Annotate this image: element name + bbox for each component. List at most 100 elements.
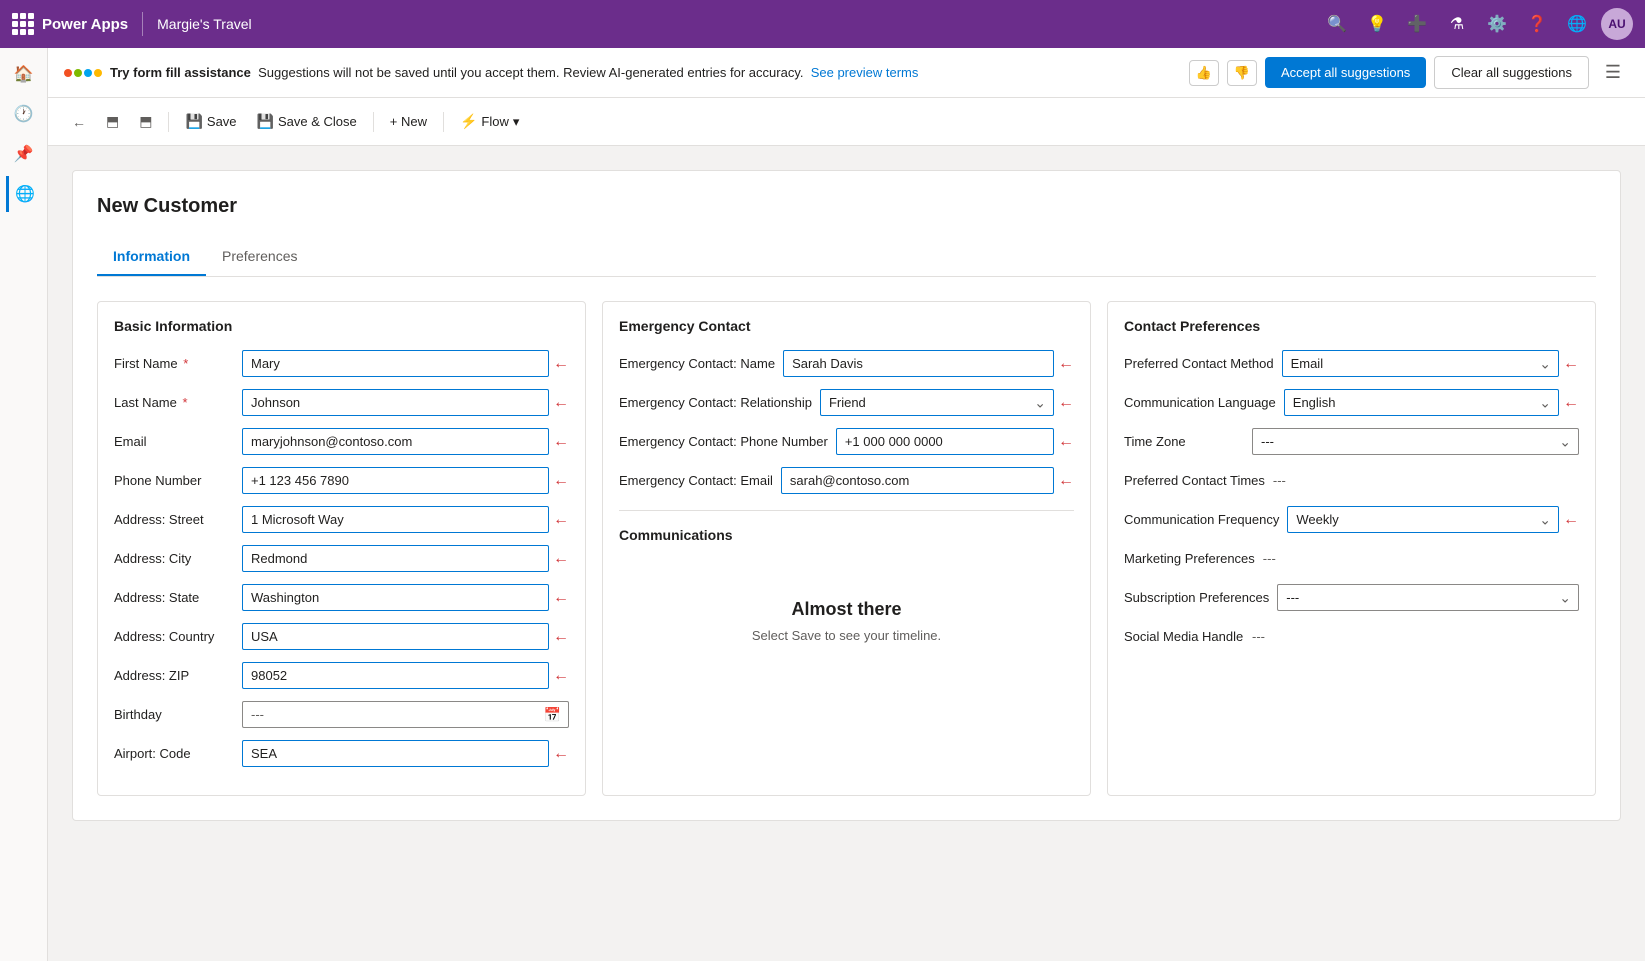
email-arrow: ←	[553, 433, 569, 451]
almost-there-title: Almost there	[639, 599, 1054, 620]
last-name-input[interactable]	[242, 389, 549, 416]
save-close-icon: ⬒	[139, 113, 152, 130]
preview-terms-link[interactable]: See preview terms	[811, 65, 919, 80]
sidebar-home-icon[interactable]: 🏠	[6, 56, 42, 92]
network-icon[interactable]: 🌐	[1561, 8, 1593, 40]
timezone-select[interactable]: ---	[1252, 428, 1579, 455]
add-icon[interactable]: ➕	[1401, 8, 1433, 40]
save-icon: 💾	[185, 113, 202, 130]
country-input[interactable]	[242, 623, 549, 650]
toolbar: ← ⬒ ⬒ 💾 Save 💾 Save & Close + New	[48, 98, 1645, 146]
birthday-input[interactable]	[242, 701, 569, 728]
emergency-phone-input[interactable]	[836, 428, 1054, 455]
back-button[interactable]: ←	[64, 108, 94, 136]
subscription-select[interactable]: ---	[1277, 584, 1579, 611]
basic-info-section: Basic Information First Name * ←	[97, 301, 586, 796]
birthday-label: Birthday	[114, 701, 234, 722]
social-media-wrapper: ---	[1252, 623, 1579, 650]
first-name-input[interactable]	[242, 350, 549, 377]
timezone-row: Time Zone ---	[1124, 428, 1579, 455]
zip-arrow: ←	[553, 667, 569, 685]
topbar: Power Apps Margie's Travel 🔍 💡 ➕ ⚗ ⚙️ ❓ …	[0, 0, 1645, 48]
tab-information[interactable]: Information	[97, 238, 206, 276]
save-button[interactable]: 💾 Save	[177, 107, 244, 136]
emergency-title: Emergency Contact	[619, 318, 1074, 334]
last-name-arrow: ←	[553, 394, 569, 412]
email-input[interactable]	[242, 428, 549, 455]
email-label: Email	[114, 428, 234, 449]
birthday-field-wrapper: 📅	[242, 701, 569, 728]
thumbs-up-button[interactable]: 👍	[1189, 60, 1219, 86]
save-close-icon-button[interactable]: ⬒	[131, 107, 160, 136]
country-row: Address: Country ←	[114, 623, 569, 650]
sidebar-pin-icon[interactable]: 📌	[6, 136, 42, 172]
contact-times-wrapper: ---	[1273, 467, 1579, 494]
tab-preferences[interactable]: Preferences	[206, 238, 313, 276]
panel-toggle-icon[interactable]: ☰	[1597, 57, 1629, 89]
last-name-label: Last Name *	[114, 389, 234, 410]
almost-there-text: Select Save to see your timeline.	[639, 628, 1054, 643]
app-grid-icon[interactable]	[12, 13, 34, 35]
zip-row: Address: ZIP ←	[114, 662, 569, 689]
clear-all-button[interactable]: Clear all suggestions	[1434, 56, 1589, 89]
calendar-icon[interactable]: 📅	[544, 706, 561, 723]
street-arrow: ←	[553, 511, 569, 529]
city-row: Address: City ←	[114, 545, 569, 572]
settings-icon[interactable]: ⚙️	[1481, 8, 1513, 40]
state-field-wrapper: ←	[242, 584, 569, 611]
street-field-wrapper: ←	[242, 506, 569, 533]
comm-freq-arrow: ←	[1563, 511, 1579, 529]
restore-icon: ⬒	[106, 113, 119, 130]
suggestions-bar: Try form fill assistance Suggestions wil…	[48, 48, 1645, 98]
new-button[interactable]: + New	[382, 108, 435, 135]
phone-input[interactable]	[242, 467, 549, 494]
accept-all-button[interactable]: Accept all suggestions	[1265, 57, 1426, 88]
save-close-button[interactable]: 💾 Save & Close	[249, 107, 365, 136]
emergency-email-arrow: ←	[1058, 472, 1074, 490]
contact-method-select[interactable]: Email Phone Mail	[1282, 350, 1559, 377]
flow-button[interactable]: ⚡ Flow ▾	[452, 107, 527, 136]
emergency-name-arrow: ←	[1058, 355, 1074, 373]
page-title: New Customer	[97, 195, 1596, 218]
emergency-relationship-select[interactable]: Friend Family Colleague	[820, 389, 1054, 416]
thumbs-down-button[interactable]: 👎	[1227, 60, 1257, 86]
help-icon[interactable]: ❓	[1521, 8, 1553, 40]
comm-freq-select-wrapper: Weekly Daily Monthly	[1287, 506, 1559, 533]
city-label: Address: City	[114, 545, 234, 566]
airport-input[interactable]	[242, 740, 549, 767]
zip-input[interactable]	[242, 662, 549, 689]
timezone-label: Time Zone	[1124, 428, 1244, 449]
filter-icon[interactable]: ⚗	[1441, 8, 1473, 40]
emergency-email-wrapper: ←	[781, 467, 1074, 494]
lightbulb-icon[interactable]: 💡	[1361, 8, 1393, 40]
app-title: Power Apps	[42, 16, 128, 33]
subscription-select-wrapper: ---	[1277, 584, 1579, 611]
timezone-select-wrapper: ---	[1252, 428, 1579, 455]
emergency-email-input[interactable]	[781, 467, 1054, 494]
emergency-email-label: Emergency Contact: Email	[619, 467, 773, 488]
emergency-name-input[interactable]	[783, 350, 1054, 377]
toolbar-separator-3	[443, 112, 444, 132]
avatar[interactable]: AU	[1601, 8, 1633, 40]
country-arrow: ←	[553, 628, 569, 646]
comm-lang-row: Communication Language English Spanish F…	[1124, 389, 1579, 416]
form-tabs: Information Preferences	[97, 238, 1596, 277]
country-label: Address: Country	[114, 623, 234, 644]
airport-arrow: ←	[553, 745, 569, 763]
restore-button[interactable]: ⬒	[98, 107, 127, 136]
city-input[interactable]	[242, 545, 549, 572]
emergency-section: Emergency Contact Emergency Contact: Nam…	[602, 301, 1091, 796]
search-icon[interactable]: 🔍	[1321, 8, 1353, 40]
emergency-email-row: Emergency Contact: Email ←	[619, 467, 1074, 494]
back-arrow-icon: ←	[72, 114, 86, 130]
sidebar-globe-icon[interactable]: 🌐	[6, 176, 42, 212]
almost-there-section: Almost there Select Save to see your tim…	[619, 559, 1074, 683]
comm-lang-select[interactable]: English Spanish French	[1284, 389, 1559, 416]
comm-freq-select[interactable]: Weekly Daily Monthly	[1287, 506, 1559, 533]
state-input[interactable]	[242, 584, 549, 611]
first-name-arrow: ←	[553, 355, 569, 373]
contact-prefs-title: Contact Preferences	[1124, 318, 1579, 334]
street-input[interactable]	[242, 506, 549, 533]
form-card: New Customer Information Preferences Bas…	[72, 170, 1621, 821]
sidebar-clock-icon[interactable]: 🕐	[6, 96, 42, 132]
